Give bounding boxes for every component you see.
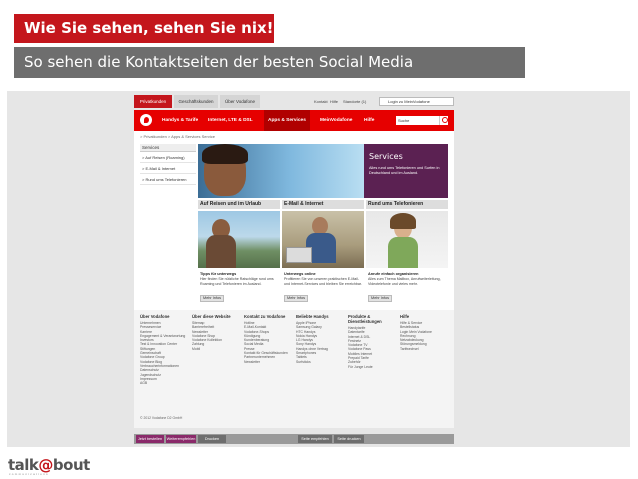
footer-heading: Über diese Website bbox=[192, 314, 231, 319]
util-link-standorte[interactable]: Standorte (1) bbox=[343, 95, 366, 108]
footer-heading: Über Vodafone bbox=[140, 314, 170, 319]
website-screenshot: Privatkunden Geschäftskunden Über Vodafo… bbox=[7, 91, 630, 447]
footer-link[interactable]: Mobil bbox=[192, 347, 240, 351]
nav-handys-tarife[interactable]: Handys & Tarife bbox=[158, 110, 202, 131]
sidebar-heading: Services bbox=[140, 144, 196, 152]
footer-column: Beliebte Handys Apple iPhone Samsung Gal… bbox=[296, 314, 344, 364]
phone-woman-image bbox=[366, 211, 448, 268]
breadcrumb: > Privatkunden > Apps & Services Service bbox=[140, 134, 215, 139]
nav-hilfe[interactable]: Hilfe bbox=[360, 110, 378, 131]
column-text: Profitieren Sie von unseren praktischen … bbox=[284, 277, 362, 286]
slide-title: Wie Sie sehen, sehen Sie nix! bbox=[14, 14, 274, 43]
hero-person-hair bbox=[202, 144, 248, 164]
sidebar-item-telefonieren[interactable]: > Rund ums Telefonieren bbox=[140, 174, 196, 185]
print-button[interactable]: Drucken bbox=[198, 435, 226, 443]
site-footer: Über Vodafone Unternehmen Presseservice … bbox=[134, 310, 454, 428]
copyright: © 2012 Vodafone D2 GmbH bbox=[140, 416, 183, 420]
column-telefonieren: Rund ums Telefonieren Anrufe einfach org… bbox=[366, 200, 448, 304]
footer-link[interactable]: Für Junge Leute bbox=[348, 365, 396, 369]
footer-column: Hilfe Hilfe & Service Bestellstatus Logi… bbox=[400, 314, 448, 351]
slide: Wie Sie sehen, sehen Sie nix! So sehen d… bbox=[0, 0, 638, 479]
top-tabs: Privatkunden Geschäftskunden Über Vodafo… bbox=[134, 95, 454, 109]
tab-ueber-vodafone[interactable]: Über Vodafone bbox=[220, 95, 260, 108]
column-heading: E-Mail & Internet bbox=[282, 200, 364, 209]
main-navigation: Handys & Tarife Internet, LTE & DSL Apps… bbox=[134, 110, 454, 131]
footer-heading: Kontakt zu Vodafone bbox=[244, 314, 286, 319]
bottom-toolbar: Jetzt bestellen Weiterempfehlen Drucken … bbox=[134, 434, 454, 444]
column-text: Hier finden Sie nützliche Ratschläge run… bbox=[200, 277, 274, 286]
services-title: Services bbox=[369, 152, 403, 161]
hero-image bbox=[198, 144, 364, 198]
search-icon[interactable] bbox=[439, 116, 448, 125]
column-heading: Rund ums Telefonieren bbox=[366, 200, 448, 209]
search-input[interactable]: Suche bbox=[396, 116, 440, 125]
more-info-button[interactable]: Mehr Infos bbox=[284, 295, 308, 302]
brand-subtitle: communications bbox=[9, 472, 49, 476]
sidebar-item-roaming[interactable]: > Auf Reisen (Roaming) bbox=[140, 152, 196, 163]
column-reisen: Auf Reisen und im Urlaub Tipps für unter… bbox=[198, 200, 280, 304]
column-text: Alles zum Thema Mailbox, Anrufweiterleit… bbox=[368, 277, 441, 286]
footer-heading: Hilfe bbox=[400, 314, 410, 319]
recommend-button[interactable]: Weiterempfehlen bbox=[166, 435, 196, 443]
laptop-image bbox=[282, 211, 364, 268]
column-strong: Tipps für unterwegs bbox=[200, 272, 237, 276]
more-info-button[interactable]: Mehr Infos bbox=[368, 295, 392, 302]
order-now-button[interactable]: Jetzt bestellen bbox=[136, 435, 164, 443]
footer-column: Produkte & Dienstleistungen Handytarife … bbox=[348, 314, 396, 369]
sidebar: Services > Auf Reisen (Roaming) > E-Mail… bbox=[140, 144, 196, 185]
recommend-page-button[interactable]: Seite empfehlen bbox=[298, 435, 332, 443]
travel-image bbox=[198, 211, 280, 268]
nav-apps-services[interactable]: Apps & Services bbox=[264, 110, 310, 131]
column-heading: Auf Reisen und im Urlaub bbox=[198, 200, 280, 209]
services-box: Services Alles rund ums Telefonieren und… bbox=[364, 144, 448, 198]
nav-internet[interactable]: Internet, LTE & DSL bbox=[204, 110, 257, 131]
slide-subtitle: So sehen die Kontaktseiten der besten So… bbox=[14, 47, 525, 78]
brand-text-bout: bout bbox=[52, 456, 90, 474]
more-info-button[interactable]: Mehr Infos bbox=[200, 295, 224, 302]
tab-geschaeftskunden[interactable]: Geschäftskunden bbox=[174, 95, 218, 108]
tab-privatkunden[interactable]: Privatkunden bbox=[134, 95, 172, 108]
util-link-hilfe[interactable]: Hilfe bbox=[330, 95, 338, 108]
footer-heading: Beliebte Handys bbox=[296, 314, 329, 319]
print-page-button[interactable]: Seite drucken bbox=[334, 435, 364, 443]
login-dropdown[interactable]: Login zu MeinVodafone bbox=[379, 97, 454, 106]
column-strong: Unterwegs online bbox=[284, 272, 316, 276]
footer-link[interactable]: Surfsticks bbox=[296, 360, 344, 364]
footer-link[interactable]: AGB bbox=[140, 381, 188, 385]
web-page: Handys & Tarife Internet, LTE & DSL Apps… bbox=[134, 110, 454, 428]
footer-link[interactable]: Tarifwechsel bbox=[400, 347, 448, 351]
column-strong: Anrufe einfach organisieren bbox=[368, 272, 419, 276]
column-email: E-Mail & Internet Unterwegs online Profi… bbox=[282, 200, 364, 304]
sidebar-item-email[interactable]: > E-Mail & Internet bbox=[140, 163, 196, 174]
vodafone-logo-icon[interactable] bbox=[140, 114, 152, 126]
services-text: Alles rund ums Telefonieren und Surfen i… bbox=[369, 166, 440, 175]
footer-column: Über diese Website Sitemap Barrierefreih… bbox=[192, 314, 240, 351]
footer-heading: Produkte & Dienstleistungen bbox=[348, 314, 382, 324]
util-link-kontakt[interactable]: Kontakt bbox=[314, 95, 328, 108]
footer-column: Über Vodafone Unternehmen Presseservice … bbox=[140, 314, 188, 385]
nav-meinvodafone[interactable]: MeinVodafone bbox=[316, 110, 356, 131]
footer-link[interactable]: Newsletter bbox=[244, 360, 292, 364]
footer-column: Kontakt zu Vodafone Hotline E-Mail-Konta… bbox=[244, 314, 292, 364]
